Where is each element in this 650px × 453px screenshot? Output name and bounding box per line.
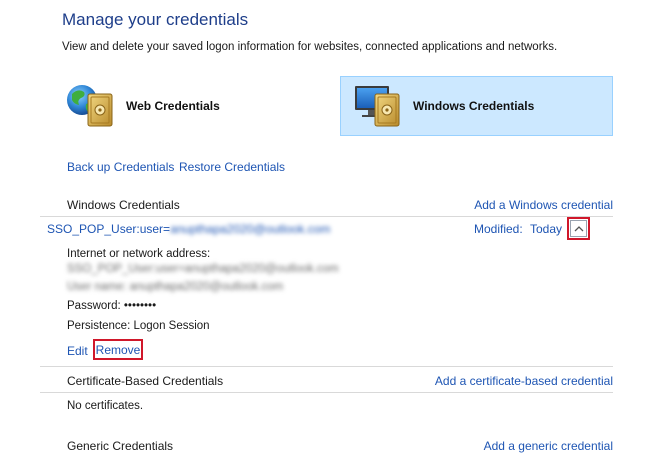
restore-credentials-link[interactable]: Restore Credentials bbox=[179, 160, 285, 174]
password-row: Password: •••••••• bbox=[67, 300, 156, 312]
page-subtitle: View and delete your saved logon informa… bbox=[62, 41, 558, 53]
windows-credentials-label: Windows Credentials bbox=[413, 99, 535, 113]
persistence-row: Persistence: Logon Session bbox=[67, 320, 210, 332]
add-generic-credential-link[interactable]: Add a generic credential bbox=[484, 439, 613, 453]
windows-credentials-icon bbox=[349, 80, 409, 132]
section-divider bbox=[40, 392, 613, 393]
modified-label: Modified: bbox=[474, 222, 523, 236]
persistence-label: Persistence: bbox=[67, 320, 131, 332]
credential-entry-title[interactable]: SSO_POP_User:user=anupthapa2020@outlook.… bbox=[47, 222, 330, 236]
no-certificates-text: No certificates. bbox=[67, 400, 144, 412]
section-divider bbox=[40, 216, 613, 217]
username-value: User name: anupthapa2020@outlook.com bbox=[67, 281, 284, 293]
credential-name-prefix: SSO_POP_User:user= bbox=[47, 222, 171, 236]
address-label: Internet or network address: bbox=[67, 248, 211, 260]
web-credentials-tab[interactable]: Web Credentials bbox=[62, 76, 324, 136]
remove-credential-link[interactable]: Remove bbox=[96, 343, 141, 357]
windows-credentials-tab[interactable]: Windows Credentials bbox=[340, 76, 613, 136]
password-value: •••••••• bbox=[123, 300, 157, 312]
modified-value: Today bbox=[530, 222, 563, 236]
generic-section-label: Generic Credentials bbox=[67, 439, 174, 453]
web-credentials-icon bbox=[62, 80, 122, 132]
add-windows-credential-link[interactable]: Add a Windows credential bbox=[474, 198, 613, 212]
credential-name-account: anupthapa2020@outlook.com bbox=[170, 222, 331, 236]
web-credentials-label: Web Credentials bbox=[126, 99, 220, 113]
add-certificate-credential-link[interactable]: Add a certificate-based credential bbox=[435, 374, 613, 388]
page-title: Manage your credentials bbox=[62, 10, 249, 29]
remove-credential-highlight[interactable]: Remove bbox=[93, 339, 143, 360]
chevron-up-icon bbox=[570, 220, 587, 237]
edit-credential-link[interactable]: Edit bbox=[67, 344, 88, 358]
password-label: Password: bbox=[67, 300, 121, 312]
collapse-toggle-button[interactable] bbox=[567, 217, 590, 240]
windows-credentials-section-label: Windows Credentials bbox=[67, 198, 180, 212]
certificate-section-label: Certificate-Based Credentials bbox=[67, 374, 224, 388]
backup-credentials-link[interactable]: Back up Credentials bbox=[67, 160, 174, 174]
persistence-value: Logon Session bbox=[133, 320, 210, 332]
address-value: SSO_POP_User:user=anupthapa2020@outlook.… bbox=[67, 263, 339, 275]
section-divider bbox=[40, 366, 613, 367]
